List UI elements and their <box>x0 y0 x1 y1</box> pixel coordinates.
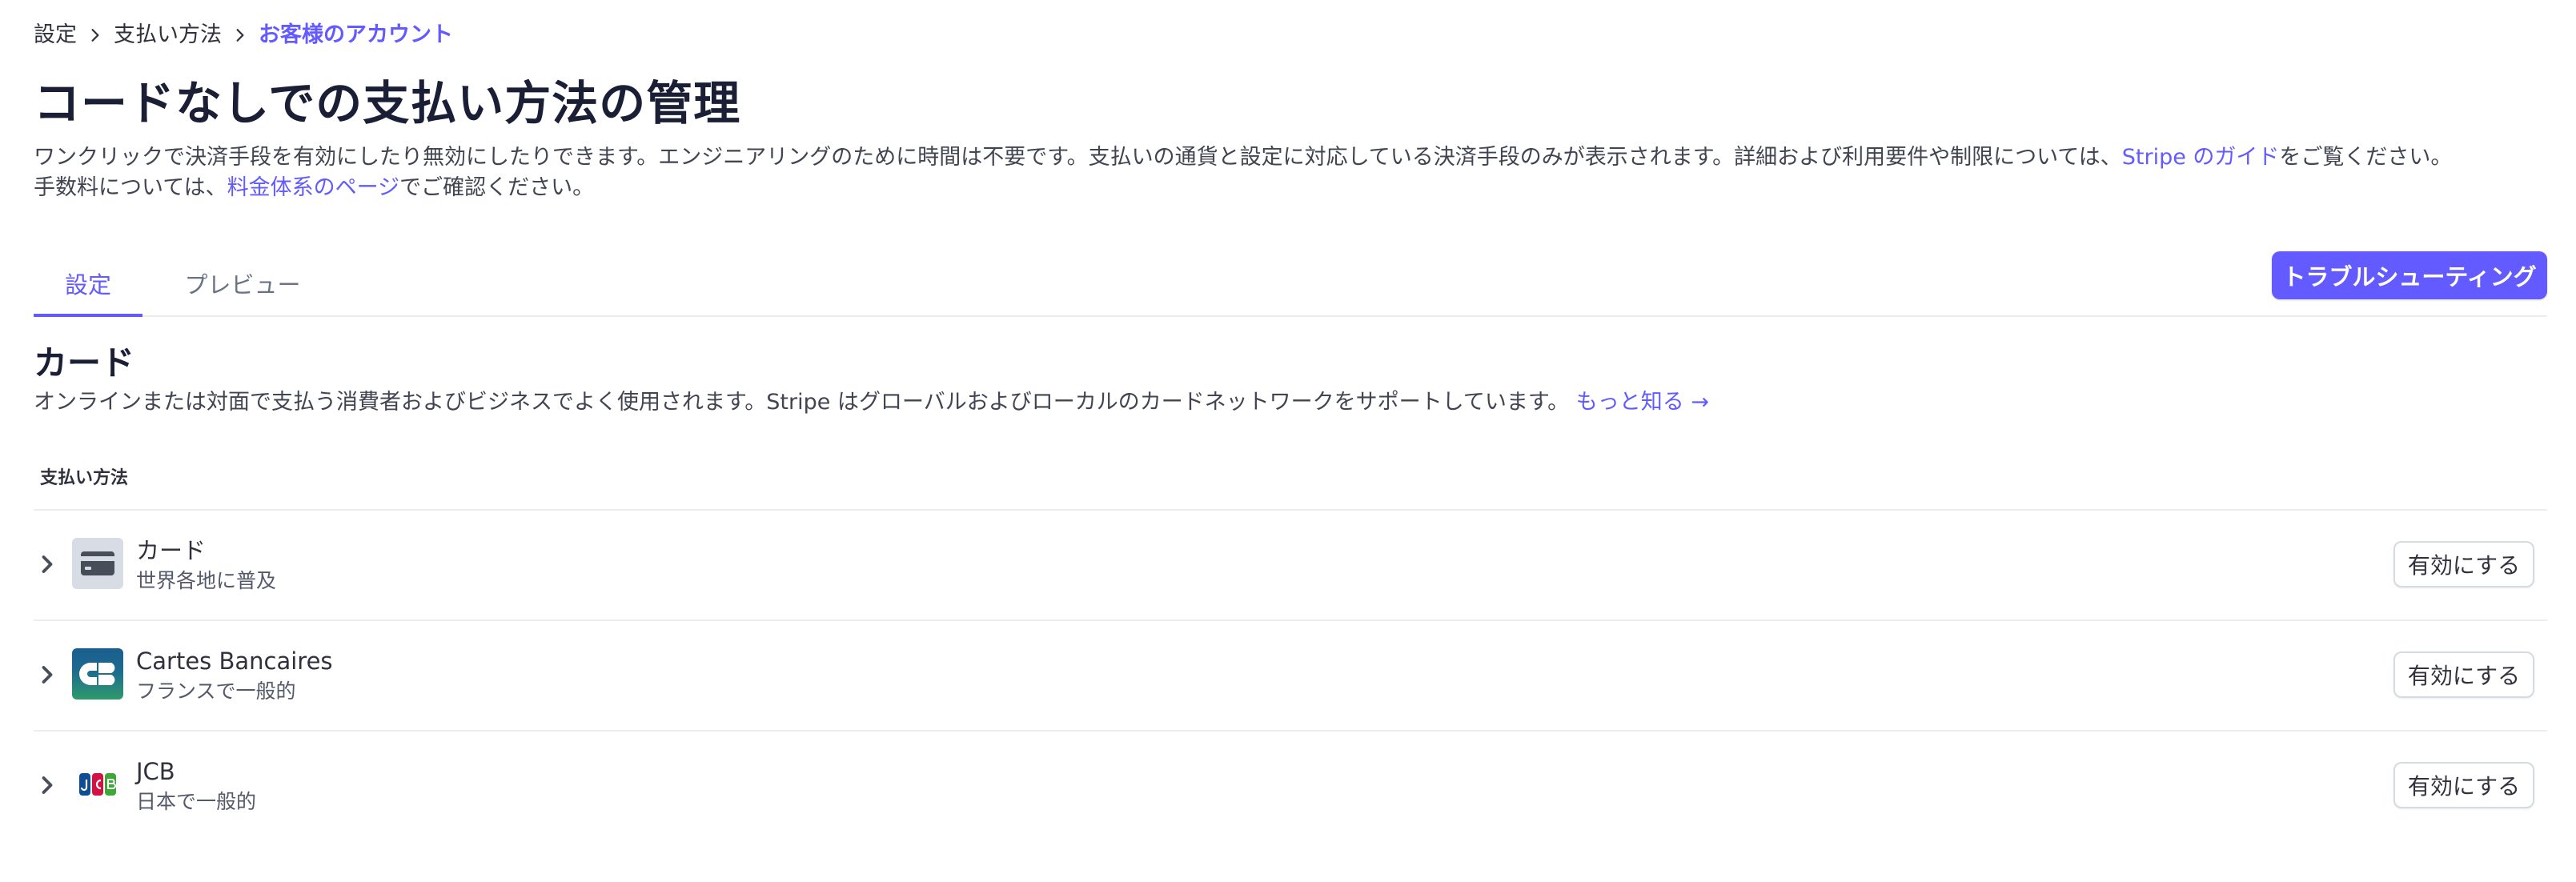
breadcrumb-settings[interactable]: 設定 <box>34 21 77 50</box>
description-text: ワンクリックで決済手段を有効にしたり無効にしたりできます。エンジニアリングのため… <box>34 145 2122 170</box>
payment-method-name: Cartes Bancaires <box>136 647 333 675</box>
chevron-right-icon <box>222 28 259 42</box>
chevron-right-icon[interactable] <box>35 551 59 578</box>
payment-method-subtitle: フランスで一般的 <box>136 680 296 703</box>
table-header-payment-method: 支払い方法 <box>40 468 129 488</box>
breadcrumb-payment-methods[interactable]: 支払い方法 <box>114 21 222 50</box>
payment-methods-list: カード 世界各地に普及 有効にする Cartes Bancaires フランスで… <box>34 509 2547 840</box>
enable-cartes-bancaires-button[interactable]: 有効にする <box>2393 651 2534 698</box>
section-title-cards: カード <box>34 343 135 383</box>
troubleshooting-button[interactable]: トラブルシューティング <box>2272 251 2547 299</box>
payment-method-row-jcb: JCB 日本で一般的 有効にする <box>34 730 2547 840</box>
payment-method-name: JCB <box>136 758 175 785</box>
credit-card-icon <box>72 538 123 589</box>
tab-preview[interactable]: プレビュー <box>175 259 311 317</box>
payment-method-row-card: カード 世界各地に普及 有効にする <box>34 509 2547 619</box>
breadcrumb: 設定 支払い方法 お客様のアカウント <box>34 21 453 50</box>
description-text: でご確認ください。 <box>399 175 595 200</box>
payment-method-subtitle: 世界各地に普及 <box>136 569 277 592</box>
page-title: コードなしでの支払い方法の管理 <box>34 76 741 130</box>
breadcrumb-current-account[interactable]: お客様のアカウント <box>259 21 453 50</box>
enable-card-button[interactable]: 有効にする <box>2393 541 2534 587</box>
chevron-right-icon[interactable] <box>35 772 59 799</box>
section-description: オンラインまたは対面で支払う消費者およびビジネスでよく使用されます。Stripe… <box>34 387 1709 418</box>
payment-method-row-cartes-bancaires: Cartes Bancaires フランスで一般的 有効にする <box>34 619 2547 730</box>
chevron-right-icon <box>77 28 114 42</box>
payment-method-name: カード <box>136 537 207 564</box>
page-description: ワンクリックで決済手段を有効にしたり無効にしたりできます。エンジニアリングのため… <box>34 142 2547 203</box>
jcb-logo <box>72 759 123 810</box>
description-text: をご覧ください。 <box>2279 145 2453 170</box>
stripe-guide-link[interactable]: Stripe のガイド <box>2122 145 2280 170</box>
page: 設定 支払い方法 お客様のアカウント コードなしでの支払い方法の管理 ワンクリッ… <box>0 0 2576 882</box>
tab-bar: 設定 プレビュー <box>34 248 2547 317</box>
enable-jcb-button[interactable]: 有効にする <box>2393 762 2534 808</box>
learn-more-link[interactable]: もっと知る → <box>1576 390 1709 415</box>
chevron-right-icon[interactable] <box>35 661 59 688</box>
pricing-page-link[interactable]: 料金体系のページ <box>227 175 399 200</box>
payment-method-subtitle: 日本で一般的 <box>136 790 257 813</box>
description-text: 手数料については、 <box>34 175 227 200</box>
cartes-bancaires-logo <box>72 648 123 700</box>
tab-settings[interactable]: 設定 <box>34 259 142 317</box>
section-description-text: オンラインまたは対面で支払う消費者およびビジネスでよく使用されます。Stripe… <box>34 390 1570 415</box>
